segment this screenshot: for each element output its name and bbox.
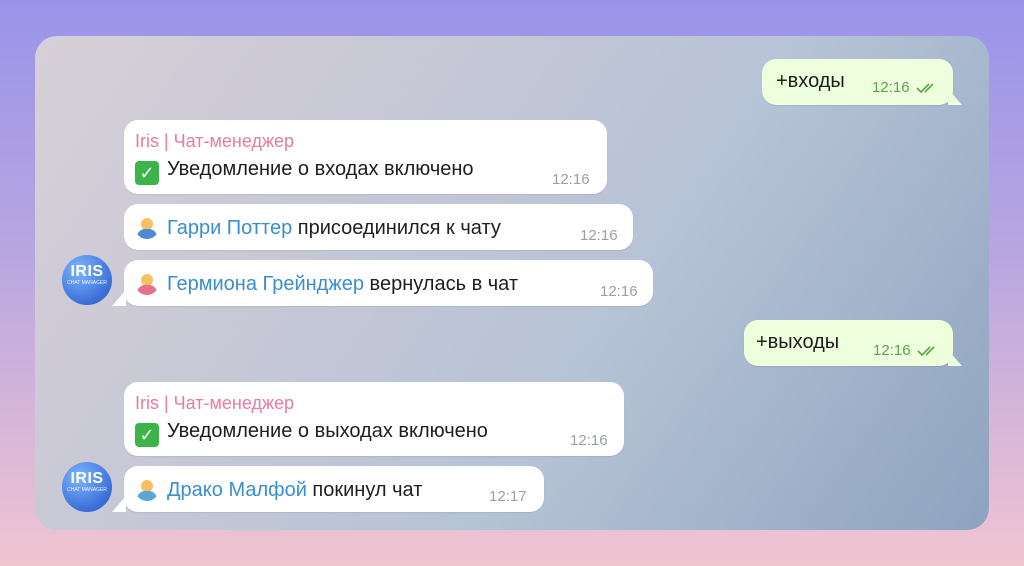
- message-time: 12:16: [552, 171, 590, 188]
- person-icon: [135, 271, 159, 295]
- sender-name[interactable]: Iris | Чат-менеджер: [135, 393, 294, 414]
- message-text: Драко Малфой покинул чат: [135, 477, 422, 502]
- user-link[interactable]: Гарри Поттер: [167, 217, 292, 239]
- check-mark-icon: ✓: [135, 161, 159, 185]
- message-bubble-incoming[interactable]: Гарри Поттер присоединился к чату 12:16: [124, 204, 633, 250]
- message-time: 12:16: [570, 432, 608, 449]
- sender-name[interactable]: Iris | Чат-менеджер: [135, 131, 294, 152]
- message-bubble-incoming[interactable]: Драко Малфой покинул чат 12:17: [124, 466, 544, 512]
- message-text: +входы: [776, 70, 845, 92]
- user-link[interactable]: Драко Малфой: [167, 479, 307, 501]
- message-time: 12:16: [872, 79, 940, 96]
- person-icon: [135, 215, 159, 239]
- double-check-icon: [916, 83, 934, 94]
- message-bubble-incoming[interactable]: Iris | Чат-менеджер ✓ Уведомление о входа…: [124, 120, 607, 194]
- message-bubble-incoming[interactable]: Iris | Чат-менеджер ✓ Уведомление о выход…: [124, 382, 624, 456]
- message-text: ✓ Уведомление о входах включено: [135, 158, 474, 185]
- chat-window: +входы 12:16 Iris | Чат-менеджер ✓ Уведом…: [35, 36, 989, 530]
- avatar-logo-text: IRIS: [70, 470, 104, 487]
- message-text: Гермиона Грейнджер вернулась в чат: [135, 271, 518, 296]
- message-text: +выходы: [756, 331, 840, 353]
- message-bubble-outgoing[interactable]: +выходы 12:16: [744, 320, 953, 366]
- user-link[interactable]: Гермиона Грейнджер: [167, 273, 364, 295]
- double-check-icon: [917, 346, 935, 357]
- bubble-tail: [948, 350, 962, 366]
- iris-bot-avatar[interactable]: IRIS CHAT MANAGER: [62, 255, 112, 305]
- message-bubble-incoming[interactable]: Гермиона Грейнджер вернулась в чат 12:16: [124, 260, 653, 306]
- avatar-logo-text: IRIS: [70, 263, 104, 280]
- message-time: 12:16: [580, 227, 618, 244]
- iris-bot-avatar[interactable]: IRIS CHAT MANAGER: [62, 462, 112, 512]
- message-time: 12:17: [489, 488, 527, 505]
- message-time: 12:16: [873, 342, 941, 359]
- person-gesturing-no-icon: [135, 477, 159, 501]
- message-text: Гарри Поттер присоединился к чату: [135, 215, 501, 240]
- avatar-logo-subtext: CHAT MANAGER: [67, 487, 107, 493]
- message-time: 12:16: [600, 283, 638, 300]
- bubble-tail: [948, 89, 962, 105]
- message-text: ✓ Уведомление о выходах включено: [135, 420, 488, 447]
- check-mark-icon: ✓: [135, 423, 159, 447]
- message-bubble-outgoing[interactable]: +входы 12:16: [762, 59, 953, 105]
- avatar-logo-subtext: CHAT MANAGER: [67, 280, 107, 286]
